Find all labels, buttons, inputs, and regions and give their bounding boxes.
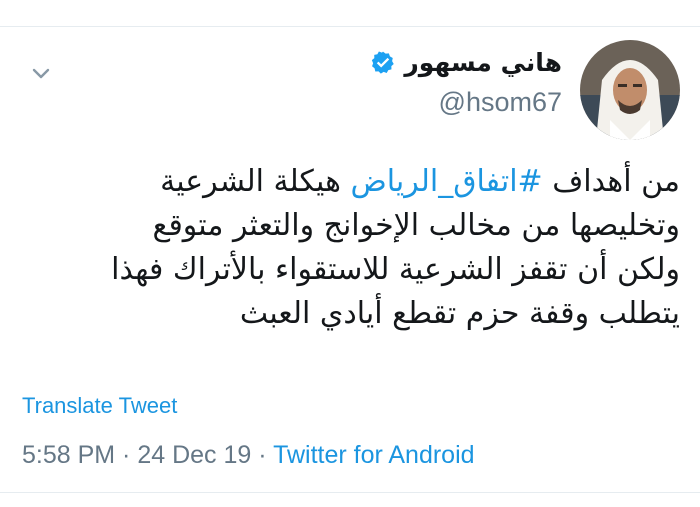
chevron-down-icon[interactable]: [30, 62, 52, 84]
tweet-line-3: ولكن أن تقفز الشرعية للاستقواء بالأتراك …: [111, 252, 680, 287]
tweet-text-segment: هيكلة الشرعية: [160, 164, 351, 199]
tweet-time[interactable]: 5:58 PM: [22, 441, 115, 469]
display-name[interactable]: هاني مسهور: [404, 48, 562, 77]
verified-badge-icon: [370, 50, 396, 76]
tweet-line-2: وتخليصها من مخالب الإخوانج والتعثر متوقع: [152, 208, 681, 243]
meta-separator: ·: [115, 441, 138, 469]
tweet-date[interactable]: 24 Dec 19: [137, 441, 251, 469]
tweet-text-segment: من أهداف: [542, 164, 680, 199]
tweet-header: هاني مسهور @hsom67: [20, 40, 680, 140]
tweet-meta: 5:58 PM · 24 Dec 19 · Twitter for Androi…: [22, 441, 475, 470]
tweet-text: من أهداف #اتفاق_الرياض هيكلة الشرعية وتخ…: [20, 160, 680, 336]
top-divider: [0, 0, 700, 27]
bottom-divider: [0, 492, 700, 493]
user-identity[interactable]: هاني مسهور @hsom67: [370, 48, 562, 118]
meta-separator: ·: [251, 441, 274, 469]
hashtag-link[interactable]: #اتفاق_الرياض: [350, 164, 542, 199]
tweet-line-1: من أهداف #اتفاق_الرياض هيكلة الشرعية: [20, 160, 680, 204]
tweet-source-link[interactable]: Twitter for Android: [273, 441, 474, 469]
user-handle[interactable]: @hsom67: [370, 87, 562, 118]
translate-tweet-link[interactable]: Translate Tweet: [22, 393, 177, 419]
tweet-line-4: يتطلب وقفة حزم تقطع أيادي العبث: [239, 296, 680, 331]
avatar[interactable]: [580, 40, 680, 140]
